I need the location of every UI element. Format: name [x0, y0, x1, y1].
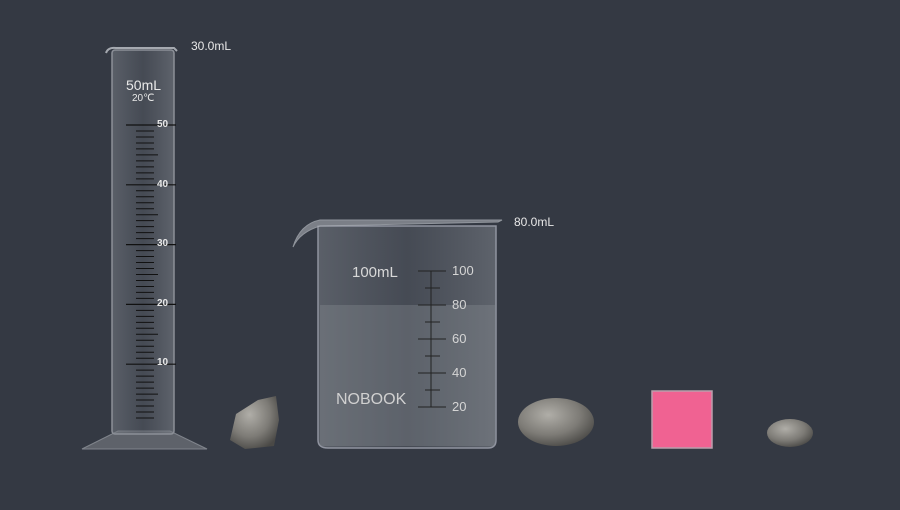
beaker[interactable]	[292, 219, 503, 449]
cylinder-scale-label: 20	[157, 297, 169, 309]
beaker-scale-label: 60	[452, 331, 467, 346]
pink-block[interactable]	[651, 390, 713, 449]
cylinder-capacity-label: 50mL	[126, 77, 162, 93]
cylinder-temp-label: 20℃	[132, 93, 155, 104]
graduated-cylinder[interactable]	[81, 46, 208, 450]
beaker-scale-label: 80	[452, 297, 467, 312]
cylinder-scale-label: 10	[157, 357, 169, 368]
beaker-scale-label: 20	[452, 399, 467, 414]
cylinder-scale-label: 50	[157, 119, 169, 130]
rock-sample-1[interactable]	[230, 396, 279, 449]
cylinder-volume-readout: 30.0mL	[191, 39, 232, 53]
beaker-scale-label: 100	[452, 263, 474, 278]
rock-sample-3[interactable]	[767, 419, 813, 447]
cylinder-scale-label: 30	[157, 238, 169, 249]
rock-sample-2[interactable]	[518, 398, 594, 446]
beaker-liquid	[320, 305, 495, 446]
beaker-capacity-label: 100mL	[352, 264, 398, 281]
beaker-brand-label: NOBOOK	[336, 391, 407, 408]
beaker-volume-readout: 80.0mL	[514, 215, 555, 229]
cylinder-scale-label: 40	[157, 178, 169, 190]
beaker-scale-label: 40	[452, 365, 467, 380]
